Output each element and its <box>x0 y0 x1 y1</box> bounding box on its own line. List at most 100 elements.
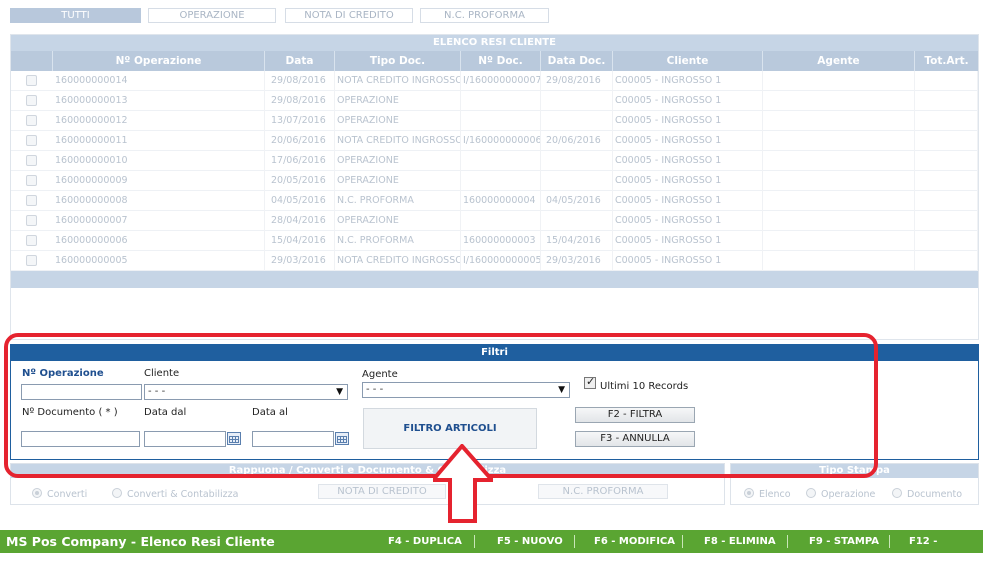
elimina-key[interactable]: F8 - ELIMINA <box>704 530 776 553</box>
cell-num-doc <box>461 211 541 231</box>
row-checkbox[interactable] <box>26 255 37 266</box>
modifica-key[interactable]: F6 - MODIFICA <box>594 530 675 553</box>
converti-label: Converti <box>47 489 88 500</box>
tab-operazione[interactable]: OPERAZIONE <box>148 8 276 23</box>
cell-cliente: C00005 - INGROSSO 1 <box>613 111 763 131</box>
cell-num-doc: I/160000000006 <box>461 131 541 151</box>
cell-data: 28/04/2016 <box>265 211 335 231</box>
col-header-tipo-doc[interactable]: Tipo Doc. <box>335 51 461 71</box>
nota-di-credito-button[interactable]: NOTA DI CREDITO <box>318 484 446 499</box>
results-grid: ELENCO RESI CLIENTE Nº Operazione Data T… <box>10 34 979 340</box>
cell-agente <box>763 231 915 251</box>
col-header-data[interactable]: Data <box>265 51 335 71</box>
cell-num-doc: 160000000004 <box>461 191 541 211</box>
col-header-tot-art[interactable]: Tot.Art. <box>915 51 978 71</box>
cell-num-operazione: 160000000005 <box>53 251 265 271</box>
grid-footer <box>11 271 978 288</box>
cell-data-doc: 15/04/2016 <box>541 231 613 251</box>
cell-data: 17/06/2016 <box>265 151 335 171</box>
table-row[interactable]: 160000000005 29/03/2016 NOTA CREDITO INGRO… <box>11 251 978 271</box>
row-checkbox[interactable] <box>26 215 37 226</box>
col-header-agente[interactable]: Agente <box>763 51 915 71</box>
cell-tot-art <box>915 171 978 191</box>
stampa-documento-radio[interactable] <box>892 488 902 498</box>
grid-header: Nº Operazione Data Tipo Doc. Nº Doc. Dat… <box>11 51 978 71</box>
row-checkbox[interactable] <box>26 75 37 86</box>
cell-agente <box>763 131 915 151</box>
cell-num-doc <box>461 111 541 131</box>
col-header-num-operazione[interactable]: Nº Operazione <box>53 51 265 71</box>
cell-cliente: C00005 - INGROSSO 1 <box>613 71 763 91</box>
stampa-elenco-label: Elenco <box>759 489 791 500</box>
separator <box>889 535 890 548</box>
cell-tot-art <box>915 191 978 211</box>
cell-data-doc: 04/05/2016 <box>541 191 613 211</box>
tab-nc-proforma[interactable]: N.C. PROFORMA <box>420 8 549 23</box>
cell-tot-art <box>915 131 978 151</box>
stampa-documento-label: Documento <box>907 489 963 500</box>
cell-tipo-doc: N.C. PROFORMA <box>335 231 461 251</box>
cell-num-doc <box>461 171 541 191</box>
table-row[interactable]: 160000000010 17/06/2016 OPERAZIONE C00005 -… <box>11 151 978 171</box>
cell-tot-art <box>915 151 978 171</box>
cell-num-doc: I/160000000007 <box>461 71 541 91</box>
row-checkbox[interactable] <box>26 175 37 186</box>
cell-cliente: C00005 - INGROSSO 1 <box>613 151 763 171</box>
separator <box>682 535 683 548</box>
converti-radio[interactable] <box>32 488 42 498</box>
separator <box>787 535 788 548</box>
cell-num-operazione: 160000000007 <box>53 211 265 231</box>
cell-agente <box>763 111 915 131</box>
table-row[interactable]: 160000000011 20/06/2016 NOTA CREDITO INGRO… <box>11 131 978 151</box>
status-bar: MS Pos Company - Elenco Resi Cliente F4 … <box>0 530 983 570</box>
col-header-data-doc[interactable]: Data Doc. <box>541 51 613 71</box>
tab-nota-di-credito[interactable]: NOTA DI CREDITO <box>285 8 413 23</box>
ritorna-key[interactable]: F12 - RITORNA <box>909 530 983 576</box>
table-row[interactable]: 160000000008 04/05/2016 N.C. PROFORMA 16000… <box>11 191 978 211</box>
cell-num-doc: I/160000000005 <box>461 251 541 271</box>
stampa-elenco-radio[interactable] <box>744 488 754 498</box>
duplica-key[interactable]: F4 - DUPLICA <box>388 530 462 553</box>
stampa-key[interactable]: F9 - STAMPA <box>809 530 879 553</box>
row-checkbox[interactable] <box>26 95 37 106</box>
table-row[interactable]: 160000000007 28/04/2016 OPERAZIONE C00005 -… <box>11 211 978 231</box>
up-arrow-icon <box>433 444 493 523</box>
cell-data-doc: 29/08/2016 <box>541 71 613 91</box>
converti-contabilizza-label: Converti & Contabilizza <box>127 489 239 500</box>
cell-data: 15/04/2016 <box>265 231 335 251</box>
cell-tipo-doc: OPERAZIONE <box>335 171 461 191</box>
tab-tutti[interactable]: TUTTI <box>10 8 141 23</box>
table-row[interactable]: 160000000013 29/08/2016 OPERAZIONE C00005 -… <box>11 91 978 111</box>
cell-data-doc: 20/06/2016 <box>541 131 613 151</box>
cell-data-doc <box>541 171 613 191</box>
cell-tipo-doc: OPERAZIONE <box>335 211 461 231</box>
table-row[interactable]: 160000000014 29/08/2016 NOTA CREDITO INGRO… <box>11 71 978 91</box>
cell-num-operazione: 160000000010 <box>53 151 265 171</box>
cell-cliente: C00005 - INGROSSO 1 <box>613 211 763 231</box>
row-checkbox[interactable] <box>26 235 37 246</box>
converti-contabilizza-radio[interactable] <box>112 488 122 498</box>
table-row[interactable]: 160000000012 13/07/2016 OPERAZIONE C00005 -… <box>11 111 978 131</box>
row-checkbox[interactable] <box>26 115 37 126</box>
cell-tipo-doc: NOTA CREDITO INGROSSO <box>335 131 461 151</box>
col-header-cliente[interactable]: Cliente <box>613 51 763 71</box>
stampa-operazione-radio[interactable] <box>806 488 816 498</box>
cell-agente <box>763 71 915 91</box>
cell-tipo-doc: NOTA CREDITO INGROSSO <box>335 71 461 91</box>
cell-tot-art <box>915 111 978 131</box>
row-checkbox[interactable] <box>26 135 37 146</box>
cell-data-doc <box>541 211 613 231</box>
row-checkbox[interactable] <box>26 155 37 166</box>
nuovo-key[interactable]: F5 - NUOVO <box>497 530 563 553</box>
stampa-operazione-label: Operazione <box>821 489 876 500</box>
cell-tot-art <box>915 71 978 91</box>
cell-agente <box>763 211 915 231</box>
row-checkbox[interactable] <box>26 195 37 206</box>
nc-proforma-button[interactable]: N.C. PROFORMA <box>538 484 668 499</box>
cell-data: 04/05/2016 <box>265 191 335 211</box>
table-row[interactable]: 160000000009 20/05/2016 OPERAZIONE C00005 -… <box>11 171 978 191</box>
col-header-num-doc[interactable]: Nº Doc. <box>461 51 541 71</box>
table-row[interactable]: 160000000006 15/04/2016 N.C. PROFORMA 16000… <box>11 231 978 251</box>
cell-data-doc <box>541 151 613 171</box>
cell-tipo-doc: N.C. PROFORMA <box>335 191 461 211</box>
